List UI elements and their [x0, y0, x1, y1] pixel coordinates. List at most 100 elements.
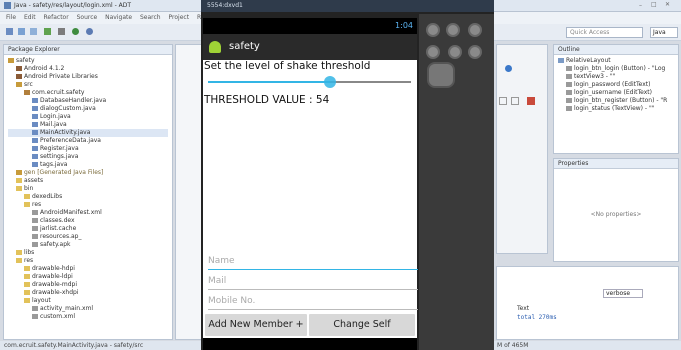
avd-icon[interactable] [58, 28, 65, 35]
outline-item[interactable]: RelativeLayout [558, 57, 674, 65]
android-sdk-icon[interactable] [44, 28, 51, 35]
outline-item[interactable]: login_username (EditText) [558, 89, 674, 97]
tree-item[interactable]: drawable-mdpi [8, 281, 168, 289]
zoom-out-icon[interactable] [511, 97, 519, 105]
menu-navigate[interactable]: Navigate [105, 14, 132, 21]
zoom-in-icon[interactable] [499, 97, 507, 105]
outline-item[interactable]: login_password (EditText) [558, 81, 674, 89]
outline-item[interactable]: login_btn_register (Button) - "R [558, 97, 674, 105]
save-icon[interactable] [18, 28, 25, 35]
tree-item[interactable]: bin [8, 185, 168, 193]
print-icon[interactable] [30, 28, 37, 35]
tree-item[interactable]: Login.java [8, 113, 168, 121]
tree-item[interactable]: jarlist.cache [8, 225, 168, 233]
mail-field[interactable]: Mail [208, 272, 418, 290]
android-nav-bar [203, 338, 417, 350]
java-perspective-button[interactable]: Java [650, 27, 678, 38]
tree-item[interactable]: dialogCustom.java [8, 105, 168, 113]
eclipse-icon [4, 2, 11, 9]
menu-hw-button[interactable] [447, 45, 462, 59]
heap-status: M of 465M [497, 342, 529, 349]
tree-item[interactable]: AndroidManifest.xml [8, 209, 168, 217]
tree-item[interactable]: gen [Generated Java Files] [8, 169, 168, 177]
outline-item[interactable]: login_btn_login (Button) - "Log [558, 65, 674, 73]
log-level-select[interactable]: verbose [603, 289, 643, 298]
tree-item[interactable]: activity_main.xml [8, 305, 168, 313]
app-title: safety [229, 41, 260, 52]
tree-item[interactable]: resources.ap_ [8, 233, 168, 241]
tree-item[interactable]: drawable-xhdpi [8, 289, 168, 297]
emulator-title-bar: 5554:dxvd1 [201, 0, 494, 12]
tree-item[interactable]: PreferenceData.java [8, 137, 168, 145]
outline-item[interactable]: textView3 - "" [558, 73, 674, 81]
tree-item[interactable]: safety [8, 57, 168, 65]
tree-item[interactable]: com.ecruit.safety [8, 89, 168, 97]
menu-search[interactable]: Search [140, 14, 161, 21]
tree-item[interactable]: classes.dex [8, 217, 168, 225]
tree-item[interactable]: DatabaseHandler.java [8, 97, 168, 105]
tree-item[interactable]: Mail.java [8, 121, 168, 129]
emulator-title: 5554:dxvd1 [207, 2, 243, 9]
volume-up-button[interactable] [446, 23, 460, 37]
menu-source[interactable]: Source [77, 14, 98, 21]
tree-item[interactable]: dexedLibs [8, 193, 168, 201]
dpad[interactable] [427, 62, 455, 88]
hardware-buttons [419, 14, 494, 70]
tree-item[interactable]: settings.java [8, 153, 168, 161]
home-button[interactable] [426, 45, 440, 59]
emulator-window: 5554:dxvd1 1:04 safety Set the level of … [201, 0, 494, 350]
new-icon[interactable] [6, 28, 13, 35]
tree-item[interactable]: safety.apk [8, 241, 168, 249]
properties-header: Properties [554, 159, 678, 169]
volume-down-button[interactable] [426, 23, 440, 37]
menu-edit[interactable]: Edit [24, 14, 36, 21]
tree-item[interactable]: libs [8, 249, 168, 257]
outline-tree: RelativeLayout login_btn_login (Button) … [554, 55, 678, 115]
back-hw-button[interactable] [467, 45, 482, 59]
tree-item[interactable]: Register.java [8, 145, 168, 153]
android-icon [209, 41, 221, 53]
clock: 1:04 [395, 21, 413, 30]
add-member-button[interactable]: Add New Member + [205, 314, 307, 336]
tree-item-selected[interactable]: MainActivity.java [8, 129, 168, 137]
globe-icon[interactable] [505, 65, 512, 72]
close-button[interactable]: ✕ [665, 1, 670, 8]
outline-title: Outline [558, 46, 580, 53]
quick-access-input[interactable]: Quick Access [566, 27, 643, 38]
tree-item[interactable]: src [8, 81, 168, 89]
tree-item[interactable]: Android Private Libraries [8, 73, 168, 81]
name-field[interactable]: Name [208, 252, 418, 270]
properties-panel: Properties <No properties> [553, 158, 679, 262]
mobile-field[interactable]: Mobile No. [208, 292, 418, 310]
outline-item[interactable]: login_status (TextView) - "" [558, 105, 674, 113]
tree-item[interactable]: res [8, 201, 168, 209]
tree-item[interactable]: assets [8, 177, 168, 185]
tree-item[interactable]: drawable-ldpi [8, 273, 168, 281]
package-explorer-title: Package Explorer [8, 46, 60, 53]
menu-refactor[interactable]: Refactor [44, 14, 69, 21]
threshold-slider-thumb[interactable] [323, 76, 336, 88]
package-tree: safety Android 4.1.2 Android Private Lib… [4, 55, 172, 323]
screenshot-icon[interactable] [527, 97, 535, 105]
package-explorer-header: Package Explorer [4, 45, 172, 55]
run-icon[interactable] [72, 28, 79, 35]
properties-title: Properties [558, 160, 589, 167]
tree-item[interactable]: layout [8, 297, 168, 305]
menu-project[interactable]: Project [169, 14, 190, 21]
outline-header: Outline [554, 45, 678, 55]
threshold-slider-progress [208, 81, 330, 83]
maximize-button[interactable]: □ [651, 1, 657, 8]
tree-item[interactable]: drawable-hdpi [8, 265, 168, 273]
menu-file[interactable]: File [6, 14, 16, 21]
minimize-button[interactable]: – [639, 2, 642, 9]
tree-item[interactable]: Android 4.1.2 [8, 65, 168, 73]
emulator-controls [419, 14, 494, 350]
debug-icon[interactable] [86, 28, 93, 35]
change-self-button[interactable]: Change Self [309, 314, 415, 336]
tree-item[interactable]: tags.java [8, 161, 168, 169]
tree-item[interactable]: res [8, 257, 168, 265]
shake-threshold-label: Set the level of shake threshold [204, 60, 371, 72]
tree-item[interactable]: custom.xml [8, 313, 168, 321]
no-properties-label: <No properties> [590, 211, 642, 218]
power-button[interactable] [467, 23, 482, 37]
